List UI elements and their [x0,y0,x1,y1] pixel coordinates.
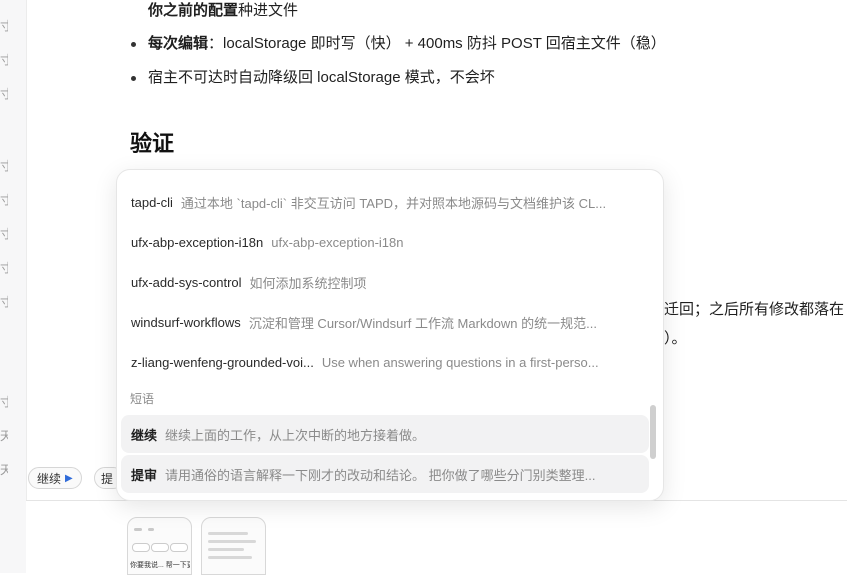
suggestion-item[interactable]: z-liang-wenfeng-grounded-voi... Use when… [121,343,649,381]
suggestion-desc: 通过本地 `tapd-cli` 非交互访问 TAPD，并对照本地源码与文档维护该… [180,195,607,211]
doc-bullet: 每次编辑：localStorage 即时写（快） + 400ms 防抖 POST… [148,33,666,55]
sidebar-item-label[interactable]: 天 [0,427,8,444]
sidebar-item-label[interactable]: 寸 [0,225,8,242]
suggestion-name: tapd-cli [131,194,173,210]
continue-chip-label: 继续 [37,471,62,486]
command-suggestion-popup: tapd-cli 通过本地 `tapd-cli` 非交互访问 TAPD，并对照本… [116,169,664,501]
suggestion-name: z-liang-wenfeng-grounded-voi... [131,354,314,370]
sidebar-item-label[interactable]: 寸 [0,85,8,102]
suggestion-desc: 如何添加系统控制项 [249,275,367,291]
sidebar-item-label[interactable]: 寸 [0,157,8,174]
suggestion-item[interactable]: ufx-abp-exception-i18n ufx-abp-exception… [121,223,649,261]
doc-bullet-text: ：localStorage 即时写（快） + 400ms 防抖 POST 回宿主… [208,35,666,52]
review-chip-label: 提 [101,471,114,486]
sidebar-item-label[interactable]: 寸 [0,17,8,34]
doc-text-fragment: 迁回；之后所有修改都落在 [664,301,845,318]
sidebar-item-label[interactable]: 寸 [0,293,8,310]
doc-bullet: 宿主不可达时自动降级回 localStorage 模式，不会坏 [148,69,495,86]
suggestion-item[interactable]: ufx-add-sys-control 如何添加系统控制项 [121,263,649,301]
suggestion-desc: ufx-abp-exception-i18n [271,234,404,250]
suggestion-name: windsurf-workflows [131,314,241,330]
sidebar-item-label[interactable]: 天 [0,461,8,478]
popup-scrollbar[interactable] [650,405,656,459]
doc-line-text: 种进文件 [238,2,299,19]
play-arrow-icon: ▶ [65,472,73,484]
bullet-dot [131,42,136,47]
suggestion-item[interactable]: tapd-cli 通过本地 `tapd-cli` 非交互访问 TAPD，并对照本… [121,183,649,221]
phrase-desc: 继续上面的工作，从上次中断的地方接着做。 [165,427,426,443]
doc-text-fragment: ）。 [664,330,687,347]
phrase-item[interactable]: 继续 继续上面的工作，从上次中断的地方接着做。 [121,415,649,453]
suggestion-name: ufx-abp-exception-i18n [131,234,264,250]
section-label-phrases: 短语 [130,392,155,406]
doc-bullet-bold: 每次编辑 [148,35,209,52]
attachment-thumbnail[interactable]: 你要我说... 帮一下更 [127,517,192,575]
doc-line: 你之前的配置种进文件 [148,0,298,22]
suggestion-item[interactable]: windsurf-workflows 沉淀和管理 Cursor/Windsurf… [121,303,649,341]
sidebar-item-label[interactable]: 寸 [0,51,8,68]
suggestion-desc: 沉淀和管理 Cursor/Windsurf 工作流 Markdown 的统一规范… [248,315,597,331]
sidebar: 寸 寸 寸 寸 寸 寸 寸 寸 寸 天 天 [0,0,27,573]
continue-chip[interactable]: 继续 ▶ [28,467,82,489]
suggestion-desc: Use when answering questions in a first-… [321,354,599,370]
sidebar-item-label[interactable]: 寸 [0,191,8,208]
suggestion-name: ufx-add-sys-control [131,274,242,290]
phrase-desc: 请用通俗的语言解释一下刚才的改动和结论。 把你做了哪些分门别类整理... [165,467,596,483]
attachment-thumbnail[interactable] [201,517,266,575]
thumbnail-caption: 你要我说... 帮一下更 [130,562,190,569]
doc-line-bold: 你之前的配置 [148,2,239,19]
phrase-item[interactable]: 提审 请用通俗的语言解释一下刚才的改动和结论。 把你做了哪些分门别类整理... [121,455,649,493]
section-heading: 验证 [130,131,175,156]
sidebar-item-label[interactable]: 寸 [0,393,8,410]
bullet-dot [131,76,136,81]
phrase-name: 继续 [131,427,158,443]
phrase-name: 提审 [131,467,158,483]
sidebar-item-label[interactable]: 寸 [0,259,8,276]
